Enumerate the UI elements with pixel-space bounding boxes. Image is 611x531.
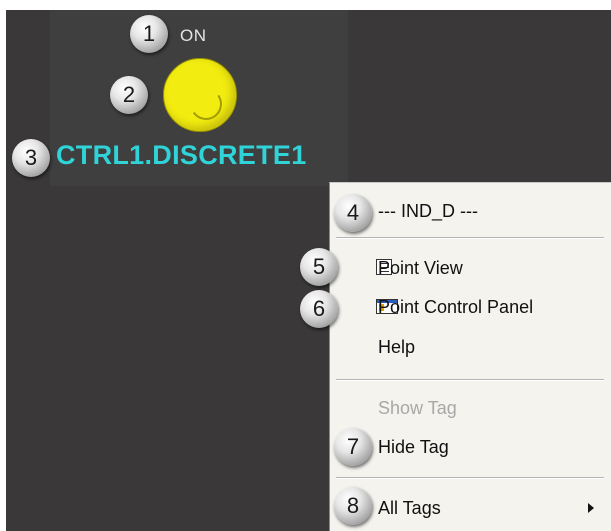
menu-item-help[interactable]: Help: [330, 329, 610, 365]
callout-1: 1: [130, 15, 168, 53]
menu-separator: [336, 237, 604, 239]
callout-4: 4: [334, 194, 372, 232]
state-label: ON: [180, 26, 207, 45]
menu-separator: [336, 477, 604, 479]
menu-item-label: Show Tag: [378, 398, 457, 418]
menu-item-label: Help: [378, 337, 416, 357]
callout-8: 8: [334, 487, 372, 525]
menu-item-all-tags[interactable]: All Tags: [330, 490, 610, 526]
menu-item-point-view[interactable]: Point View: [330, 250, 610, 286]
callout-7: 7: [334, 428, 372, 466]
callout-2: 2: [110, 76, 148, 114]
menu-item-label: Hide Tag: [378, 437, 449, 457]
submenu-arrow-icon: [588, 503, 594, 513]
callout-6: 6: [300, 290, 338, 328]
menu-item-point-control-panel[interactable]: Point Control Panel: [330, 289, 610, 325]
context-menu: --- IND_D --- Point View Point Control P…: [329, 182, 611, 531]
menu-header-label: --- IND_D ---: [378, 201, 478, 221]
menu-item-label: Point Control Panel: [378, 297, 534, 317]
menu-item-hide-tag[interactable]: Hide Tag: [330, 429, 610, 465]
tag-name-label[interactable]: CTRL1.DISCRETE1: [56, 140, 307, 171]
menu-separator: [336, 379, 604, 381]
menu-item-label: Point View: [378, 258, 463, 278]
menu-item-label: All Tags: [378, 498, 441, 518]
callout-5: 5: [300, 248, 338, 286]
menu-header: --- IND_D ---: [330, 193, 610, 229]
callout-3: 3: [12, 139, 50, 177]
menu-item-show-tag: Show Tag: [330, 390, 610, 426]
